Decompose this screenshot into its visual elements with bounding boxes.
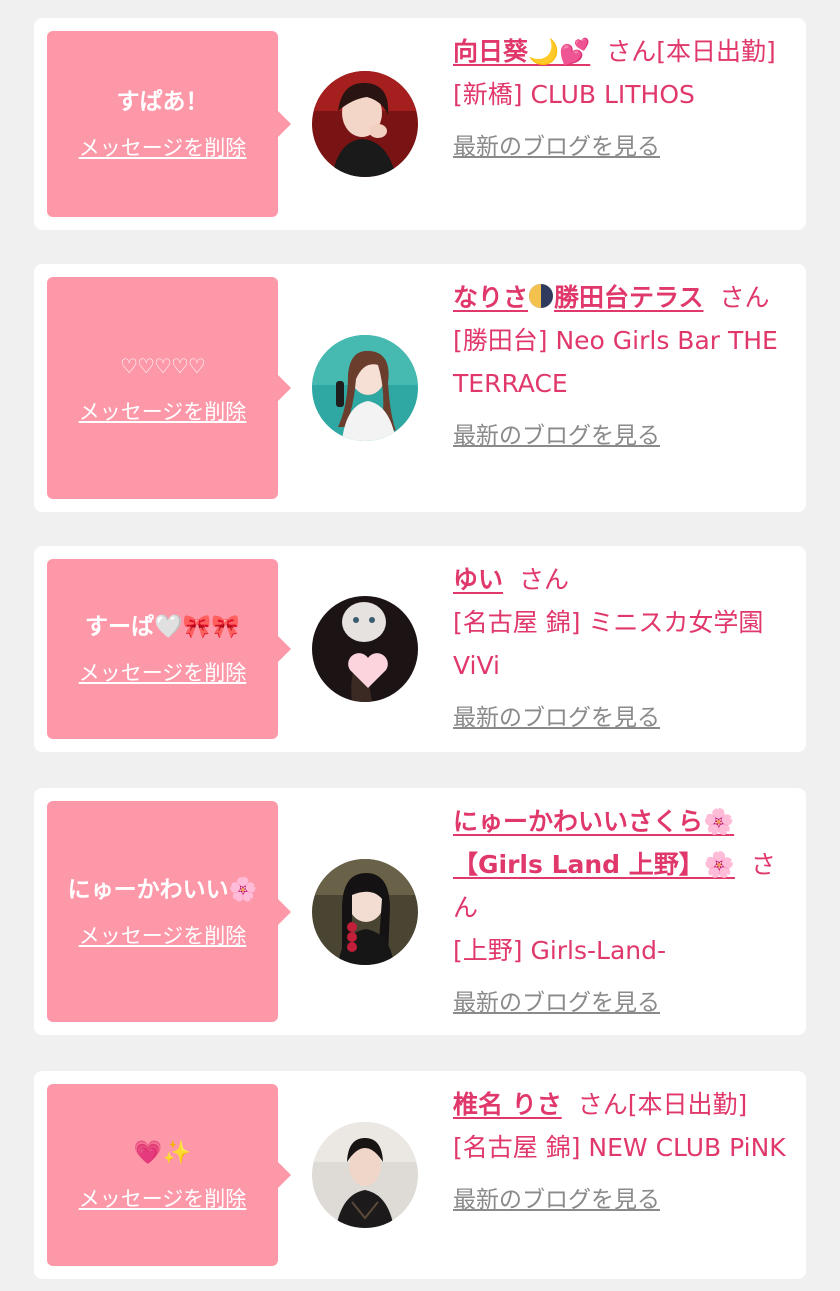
cast-info: 向日葵🌙💕 さん[本日出勤] [新橋] CLUB LITHOS 最新のブログを見る	[453, 30, 792, 169]
latest-blog-link[interactable]: 最新のブログを見る	[453, 697, 660, 740]
delete-message-link[interactable]: メッセージを削除	[79, 657, 247, 687]
message-text: ♡♡♡♡♡	[120, 354, 206, 378]
cast-info: 椎名 りさ さん[本日出勤] [名古屋 錦] NEW CLUB PiNK 最新のブ…	[453, 1083, 792, 1222]
cast-name-link[interactable]: にゅーかわいいさくら🌸【Girls Land 上野】🌸	[453, 807, 735, 879]
avatar[interactable]	[312, 71, 418, 177]
message-text: にゅーかわいい🌸	[67, 876, 258, 903]
san-label: さん	[606, 37, 657, 66]
cast-info: にゅーかわいいさくら🌸【Girls Land 上野】🌸 さん [上野] Girls…	[453, 800, 792, 1025]
cast-info: ゆい さん [名古屋 錦] ミニスカ女学園ViVi 最新のブログを見る	[453, 558, 792, 740]
latest-blog-link[interactable]: 最新のブログを見る	[453, 126, 660, 169]
message-card: 💗✨ メッセージを削除 椎名 りさ さん[本日出勤] [名古屋 錦] NEW CL…	[34, 1071, 806, 1279]
message-bubble: にゅーかわいい🌸 メッセージを削除	[47, 801, 291, 1022]
avatar[interactable]	[312, 1122, 418, 1228]
message-bubble: すぱあ！ メッセージを削除	[47, 31, 291, 217]
message-card: すーぱ🤍🎀🎀 メッセージを削除 ゆい さん [名古屋 錦] ミニスカ女学園ViVi…	[34, 546, 806, 752]
message-text: すーぱ🤍🎀🎀	[85, 614, 240, 640]
cast-name-part: なりさ	[453, 283, 529, 312]
latest-blog-link[interactable]: 最新のブログを見る	[453, 415, 660, 458]
cast-name-link[interactable]: 椎名 りさ	[453, 1090, 562, 1119]
attendance-status: [本日出勤]	[656, 37, 776, 66]
shop-name: [新橋] CLUB LITHOS	[453, 80, 695, 109]
cast-name-link[interactable]: ゆい	[453, 565, 503, 594]
shop-name: [名古屋 錦] NEW CLUB PiNK	[453, 1133, 786, 1162]
san-label: さん	[519, 565, 570, 594]
message-text: すぱあ！	[116, 89, 209, 115]
shop-name: [名古屋 錦] ミニスカ女学園ViVi	[453, 608, 764, 680]
delete-message-link[interactable]: メッセージを削除	[79, 1183, 247, 1213]
shop-name: [上野] Girls-Land-	[453, 936, 667, 965]
cast-info: なりさ 勝田台テラス さん [勝田台] Neo Girls Bar THE TERR…	[453, 276, 792, 458]
san-label: さん	[577, 1090, 628, 1119]
message-bubble: すーぱ🤍🎀🎀 メッセージを削除	[47, 559, 291, 739]
avatar[interactable]	[312, 596, 418, 702]
avatar[interactable]	[312, 859, 418, 965]
half-moon-icon	[529, 284, 554, 308]
shop-name: [勝田台] Neo Girls Bar THE TERRACE	[453, 326, 778, 398]
message-card: ♡♡♡♡♡ メッセージを削除 なりさ 勝田台テラス さん [勝田台] Neo Gir…	[34, 264, 806, 512]
attendance-status: [本日出勤]	[627, 1090, 748, 1119]
avatar[interactable]	[312, 335, 418, 441]
cast-name-link[interactable]: なりさ 勝田台テラス	[453, 283, 704, 312]
san-label: さん	[719, 283, 770, 312]
latest-blog-link[interactable]: 最新のブログを見る	[453, 1179, 660, 1222]
message-card: すぱあ！ メッセージを削除 向日葵🌙💕 さん[本日出勤] [新橋] CLUB LI…	[34, 18, 806, 230]
message-bubble: ♡♡♡♡♡ メッセージを削除	[47, 277, 291, 499]
message-list: すぱあ！ メッセージを削除 向日葵🌙💕 さん[本日出勤] [新橋] CLUB LI…	[0, 0, 840, 1291]
cast-name-part: 勝田台テラス	[554, 283, 704, 312]
cast-name-link[interactable]: 向日葵🌙💕	[453, 37, 590, 66]
message-card: にゅーかわいい🌸 メッセージを削除 にゅーかわいいさくら🌸【Girls Land…	[34, 788, 806, 1035]
delete-message-link[interactable]: メッセージを削除	[79, 132, 247, 162]
delete-message-link[interactable]: メッセージを削除	[79, 396, 247, 426]
message-bubble: 💗✨ メッセージを削除	[47, 1084, 291, 1266]
message-text: 💗✨	[133, 1140, 192, 1166]
latest-blog-link[interactable]: 最新のブログを見る	[453, 982, 660, 1025]
delete-message-link[interactable]: メッセージを削除	[79, 920, 247, 950]
